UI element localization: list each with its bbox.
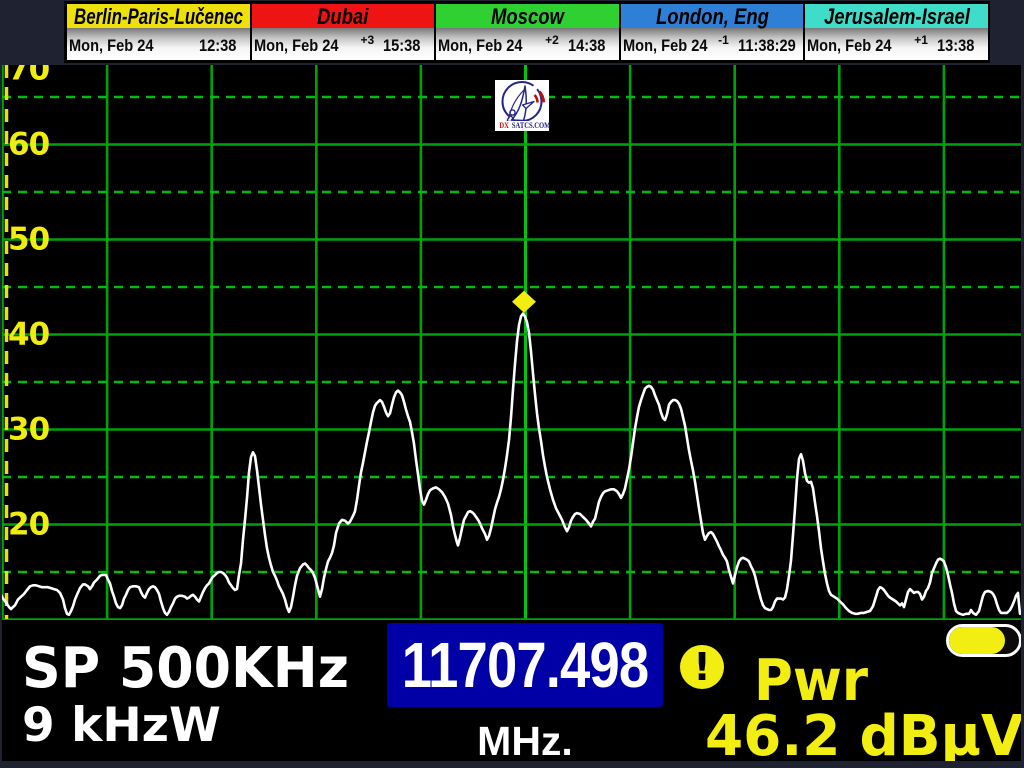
clock-time: 13:38 <box>937 37 969 54</box>
y-tick-label: 70 <box>8 65 49 85</box>
clock-date: Mon, Feb 24 <box>807 37 879 54</box>
power-toggle-switch[interactable] <box>946 624 1021 657</box>
y-tick-label: 40 <box>8 319 49 350</box>
y-tick-label: 30 <box>8 414 49 445</box>
clock-utc-offset: -1 <box>718 34 729 46</box>
clock-date: Mon, Feb 24 <box>623 37 695 54</box>
logo-wordmark: DXSATCS.COM <box>495 121 549 131</box>
warning-icon: ! <box>680 645 724 689</box>
clock-time-row: Mon, Feb 24 12:38 <box>67 28 250 60</box>
world-clock-bar: Berlin-Paris-Lučenec Mon, Feb 24 12:38 D… <box>64 1 990 63</box>
clock-london[interactable]: London, Eng Mon, Feb 24 -1 11:38:29 <box>621 4 804 60</box>
clock-dubai[interactable]: Dubai Mon, Feb 24 +3 15:38 <box>252 4 435 60</box>
power-value: 46.2 dBµV <box>705 709 1021 761</box>
clock-date: Mon, Feb 24 <box>254 37 326 54</box>
clock-utc-offset: +1 <box>914 34 928 46</box>
clock-city-label: Moscow <box>436 4 619 28</box>
clock-time: 12:38 <box>199 37 231 54</box>
clock-utc-offset: +2 <box>545 34 559 46</box>
frequency-unit-label: MHz. <box>387 721 663 761</box>
spectrum-analyzer-screen: Berlin-Paris-Lučenec Mon, Feb 24 12:38 D… <box>0 0 1024 768</box>
spectrum-chart <box>2 65 1021 622</box>
clock-time: 14:38 <box>568 37 600 54</box>
peak-marker-diamond <box>512 291 536 313</box>
clock-time-row: Mon, Feb 24 +2 14:38 <box>436 28 619 60</box>
bandwidth-readout: 9 kHzW <box>22 702 221 749</box>
frequency-value: 11707.498 <box>402 633 649 697</box>
clock-city-label: London, Eng <box>621 4 804 28</box>
power-label: Pwr <box>754 653 868 710</box>
clock-time-row: Mon, Feb 24 +3 15:38 <box>252 28 435 60</box>
clock-time: 11:38:29 <box>738 37 788 54</box>
clock-time-row: Mon, Feb 24 -1 11:38:29 <box>621 28 804 60</box>
clock-city-label: Jerusalem-Israel <box>805 4 988 28</box>
clock-moscow[interactable]: Moscow Mon, Feb 24 +2 14:38 <box>436 4 619 60</box>
frequency-display-box: 11707.498 <box>387 623 663 707</box>
clock-city-label: Berlin-Paris-Lučenec <box>67 4 250 28</box>
clock-jerusalem[interactable]: Jerusalem-Israel Mon, Feb 24 +1 13:38 <box>805 4 988 60</box>
toggle-knob <box>949 627 1005 654</box>
span-readout: SP 500KHz <box>22 641 349 697</box>
spectrum-display-area: 70 60 50 40 30 20 DXSATCS.COM SP 500KHz 9 kHz… <box>2 65 1021 761</box>
y-tick-label: 60 <box>8 129 49 160</box>
dxsatcs-logo: DXSATCS.COM <box>495 80 549 131</box>
clock-berlin[interactable]: Berlin-Paris-Lučenec Mon, Feb 24 12:38 <box>67 4 250 60</box>
clock-time-row: Mon, Feb 24 +1 13:38 <box>805 28 988 60</box>
clock-date: Mon, Feb 24 <box>69 37 141 54</box>
clock-city-label: Dubai <box>252 4 435 28</box>
clock-utc-offset: +3 <box>361 34 375 46</box>
y-tick-label: 20 <box>8 509 49 540</box>
readout-panel: SP 500KHz 9 kHzW 11707.498 MHz. ! Pwr 46… <box>2 620 1021 761</box>
y-tick-label: 50 <box>8 224 49 255</box>
clock-date: Mon, Feb 24 <box>438 37 510 54</box>
clock-time: 15:38 <box>383 37 415 54</box>
